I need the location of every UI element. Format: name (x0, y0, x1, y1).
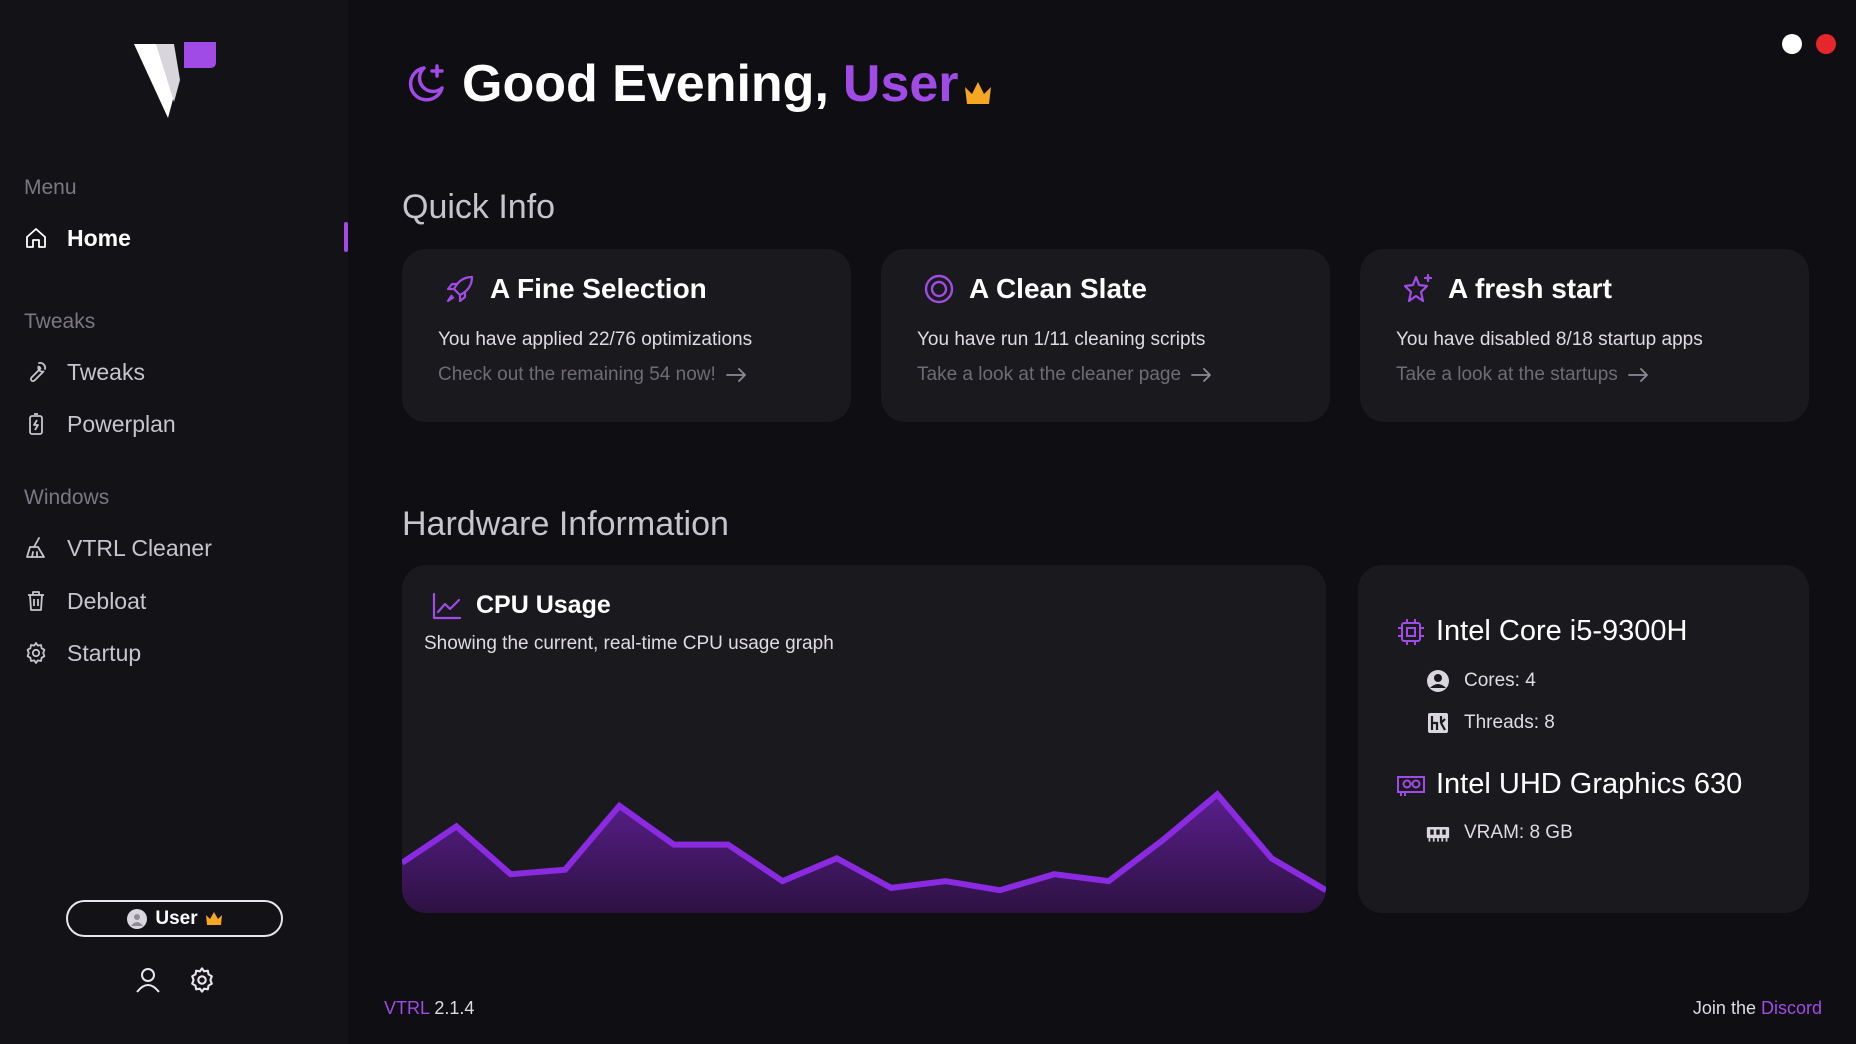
broom-icon (24, 536, 48, 560)
window-controls (1782, 34, 1836, 54)
cpu-cores-text: Cores: 4 (1464, 670, 1536, 691)
profile-icon[interactable] (134, 966, 162, 994)
sidebar-item-vtrl-cleaner[interactable]: VTRL Cleaner (24, 530, 212, 566)
line-chart-icon (432, 592, 462, 619)
join-text: Join the (1692, 998, 1756, 1018)
quick-info-heading: Quick Info (402, 188, 556, 226)
card-title: A Clean Slate (923, 273, 1147, 305)
sparkle-star-icon (1403, 273, 1433, 303)
sidebar-item-debloat[interactable]: Debloat (24, 583, 146, 619)
cpu-cores: Cores: 4 (1426, 669, 1536, 693)
card-link[interactable]: Take a look at the startups (1396, 364, 1650, 386)
sidebar: Menu Home Tweaks Tweaks Powerplan Window… (0, 0, 348, 1044)
window-minimize-button[interactable] (1782, 34, 1802, 54)
card-title: A Fine Selection (444, 273, 707, 305)
arrow-right-icon (725, 368, 746, 382)
page-title: Good Evening, User (404, 54, 991, 114)
quick-info-card-optimizations: A Fine Selection You have applied 22/76 … (402, 249, 851, 422)
settings-icon[interactable] (188, 966, 216, 994)
card-description: You have applied 22/76 optimizations (438, 329, 753, 350)
section-label-tweaks: Tweaks (24, 310, 96, 333)
arrow-right-icon (1627, 368, 1648, 382)
card-link[interactable]: Check out the remaining 54 now! (438, 364, 748, 386)
brand-name: VTRL (384, 998, 430, 1018)
rocket-icon (446, 275, 474, 303)
greeting-user-name: User (842, 55, 959, 113)
gear-icon (24, 641, 48, 665)
version-number: 2.1.4 (434, 998, 475, 1018)
card-title-text: A Fine Selection (490, 273, 707, 304)
gpu-card-icon (1397, 775, 1425, 796)
app-window: Menu Home Tweaks Tweaks Powerplan Window… (0, 0, 1856, 1044)
gpu-name-text: Intel UHD Graphics 630 (1436, 768, 1743, 800)
card-title-text: A fresh start (1448, 273, 1612, 304)
cpu-usage-card: CPU Usage Showing the current, real-time… (402, 565, 1326, 913)
card-description: You have run 1/11 cleaning scripts (917, 329, 1206, 350)
cpu-usage-title: CPU Usage (432, 591, 611, 620)
crown-icon (964, 82, 991, 104)
card-title-text: A Clean Slate (969, 273, 1147, 304)
cpu-threads: Threads: 8 (1426, 711, 1555, 735)
sidebar-item-startup[interactable]: Startup (24, 635, 141, 671)
card-link-text: Take a look at the cleaner page (917, 364, 1182, 385)
cpu-name-text: Intel Core i5-9300H (1436, 615, 1688, 647)
gpu-vram-text: VRAM: 8 GB (1464, 822, 1573, 843)
vtrl-logo[interactable] (134, 40, 216, 120)
sidebar-item-label: Debloat (67, 587, 147, 614)
sidebar-item-label: VTRL Cleaner (67, 534, 212, 561)
gpu-name: Intel UHD Graphics 630 (1396, 768, 1742, 801)
target-icon (924, 274, 954, 304)
card-link-text: Take a look at the startups (1396, 364, 1618, 385)
discord-invite: Join the Discord (1693, 998, 1822, 1019)
user-profile-button[interactable]: User (66, 900, 283, 937)
trash-icon (24, 589, 48, 613)
sidebar-item-label: Powerplan (67, 410, 176, 437)
quick-info-card-startup: A fresh start You have disabled 8/18 sta… (1360, 249, 1809, 422)
cpu-name: Intel Core i5-9300H (1396, 615, 1687, 648)
threads-icon (1428, 713, 1448, 733)
user-pill-label: User (155, 907, 198, 929)
cpu-usage-subtitle: Showing the current, real-time CPU usage… (424, 633, 834, 654)
sidebar-item-home[interactable]: Home (24, 220, 131, 256)
greeting-text: Good Evening, (462, 55, 829, 113)
card-link-text: Check out the remaining 54 now! (438, 364, 716, 385)
cpu-usage-title-text: CPU Usage (476, 591, 611, 619)
active-indicator (344, 222, 348, 252)
moon-icon (408, 64, 444, 102)
section-label-windows: Windows (24, 486, 110, 509)
sidebar-item-label: Tweaks (67, 358, 145, 385)
sidebar-item-tweaks[interactable]: Tweaks (24, 354, 145, 390)
cpu-usage-area (402, 794, 1326, 913)
crown-icon (205, 912, 222, 925)
sidebar-item-label: Home (67, 224, 131, 251)
window-close-button[interactable] (1816, 34, 1836, 54)
battery-icon (24, 412, 48, 436)
wrench-icon (24, 360, 48, 384)
section-label-menu: Menu (24, 176, 77, 199)
cpu-threads-text: Threads: 8 (1464, 712, 1555, 733)
hardware-info-heading: Hardware Information (402, 505, 729, 543)
avatar-icon (127, 908, 148, 929)
card-title: A fresh start (1402, 273, 1612, 305)
hardware-specs-card: Intel Core i5-9300H Cores: 4 Threads: 8 … (1358, 565, 1809, 913)
card-description: You have disabled 8/18 startup apps (1396, 329, 1703, 350)
cores-icon (1427, 670, 1449, 692)
version-label: VTRL 2.1.4 (384, 998, 474, 1019)
home-icon (24, 226, 48, 250)
card-link[interactable]: Take a look at the cleaner page (917, 364, 1213, 386)
memory-icon (1426, 827, 1450, 842)
sidebar-item-label: Startup (67, 639, 142, 666)
quick-info-card-cleaner: A Clean Slate You have run 1/11 cleaning… (881, 249, 1330, 422)
gpu-vram: VRAM: 8 GB (1426, 821, 1573, 845)
cpu-chip-icon (1398, 618, 1424, 645)
sidebar-item-powerplan[interactable]: Powerplan (24, 406, 176, 442)
arrow-right-icon (1191, 368, 1211, 382)
discord-link[interactable]: Discord (1761, 998, 1822, 1018)
